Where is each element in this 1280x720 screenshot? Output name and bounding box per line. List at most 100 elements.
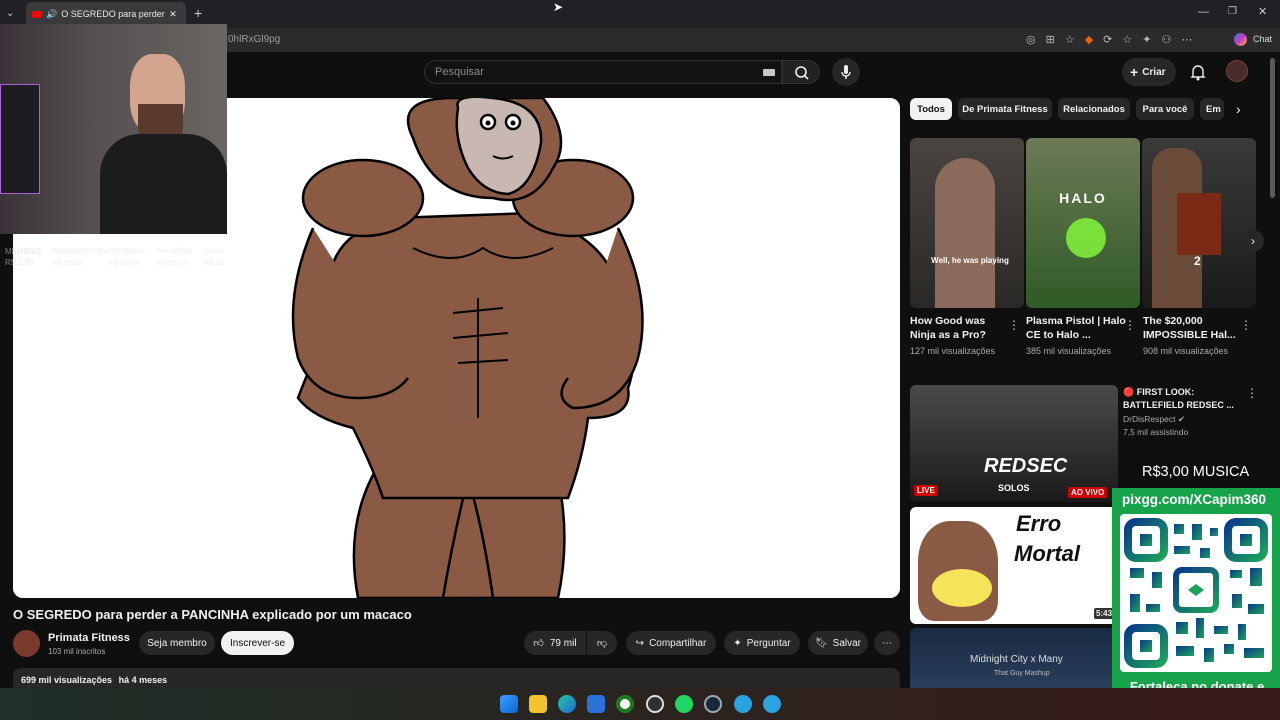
like-button[interactable]: 👍︎ 79 mil	[524, 631, 586, 655]
page-scrollbar[interactable]	[1270, 58, 1275, 198]
short-title[interactable]: Plasma Pistol | Halo CE to Halo ...	[1026, 314, 1126, 342]
join-label: Seja membro	[147, 637, 207, 649]
speaker-icon[interactable]: 🔊	[46, 9, 57, 20]
start-windows-icon[interactable]	[500, 695, 518, 713]
live-video-thumbnail[interactable]: REDSEC SOLOS LIVE AO VIVO	[910, 385, 1118, 502]
channel-name[interactable]: Primata Fitness	[48, 632, 130, 644]
ghost-col: Supporter/Promo	[52, 246, 110, 255]
spotify-icon[interactable]	[675, 695, 693, 713]
chip-related[interactable]: Relacionados	[1058, 98, 1130, 120]
more-actions-button[interactable]: ⋯	[874, 631, 900, 655]
notifications-bell-icon[interactable]	[1190, 63, 1206, 86]
telegram-icon[interactable]	[734, 695, 752, 713]
close-tab-icon[interactable]: ✕	[169, 9, 177, 20]
video-title: O SEGREDO para perder a PANCINHA explica…	[13, 607, 412, 622]
url-text[interactable]: 0hlRxGl9pg	[228, 34, 280, 45]
search-placeholder: Pesquisar	[435, 66, 484, 78]
like-count: 79 mil	[549, 637, 577, 649]
create-button[interactable]: + Criar	[1122, 58, 1176, 86]
file-explorer-icon[interactable]	[529, 695, 547, 713]
xbox-icon[interactable]	[616, 695, 634, 713]
chat-label[interactable]: Chat	[1253, 34, 1272, 44]
live-channel-label: DrDisRespect	[1123, 414, 1176, 424]
edge-browser-icon[interactable]	[558, 695, 576, 713]
search-input[interactable]: Pesquisar	[424, 60, 782, 84]
join-button[interactable]: Seja membro	[139, 631, 215, 655]
save-button[interactable]: 🔖︎ Salvar	[808, 631, 868, 655]
thumb-subtitle-text: SOLOS	[998, 483, 1030, 493]
sparkle-icon: ✦	[733, 637, 742, 649]
chip-from-channel[interactable]: De Primata Fitness	[958, 98, 1052, 120]
chip-label: Para você	[1142, 103, 1188, 115]
chip-for-you[interactable]: Para você	[1136, 98, 1194, 120]
ghost-col: R$ 20	[204, 258, 225, 267]
shorts-next-button[interactable]: ›	[1242, 230, 1264, 252]
short-title[interactable]: How Good was Ninja as a Pro?	[910, 314, 1010, 342]
save-label: Salvar	[832, 637, 862, 649]
voice-search-button[interactable]	[832, 58, 860, 86]
live-watching-count: 7,5 mil assistindo	[1123, 427, 1189, 437]
new-tab-button[interactable]: +	[194, 5, 202, 21]
thumbs-down-icon: 👎︎	[596, 638, 608, 649]
copilot-icon[interactable]	[1234, 33, 1247, 46]
ask-button[interactable]: ✦ Perguntar	[724, 631, 800, 655]
short-title[interactable]: The $20,000 IMPOSSIBLE Hal...	[1143, 314, 1243, 342]
short-card-thumbnail[interactable]: Well, he was playing	[910, 138, 1024, 308]
live-channel-name[interactable]: DrDisRespect ✔	[1123, 414, 1185, 425]
restore-button[interactable]: ❐	[1228, 6, 1237, 17]
share-button[interactable]: ↪ Compartilhar	[626, 631, 716, 655]
close-window-button[interactable]: ✕	[1258, 5, 1267, 18]
chip-label: De Primata Fitness	[962, 103, 1048, 115]
monitor-shape	[0, 84, 40, 194]
short-views: 127 mil visualizações	[910, 346, 996, 356]
channel-avatar[interactable]	[13, 630, 40, 657]
account-avatar[interactable]	[1226, 60, 1248, 82]
subscribe-label: Inscrever-se	[229, 637, 285, 649]
telegram-icon-2[interactable]	[763, 695, 781, 713]
qr-code-icon	[1124, 518, 1268, 668]
live-badge: LIVE	[914, 485, 938, 496]
dislike-button[interactable]: 👎︎	[587, 631, 617, 655]
short-card-thumbnail[interactable]: 2	[1142, 138, 1256, 308]
thumb-text-line2: Mortal	[1014, 541, 1080, 566]
ghost-col: R$ 10,00	[52, 258, 83, 267]
ghost-line-1: MEMBRO	[5, 247, 41, 256]
tab-list-chevron-icon[interactable]: ⌄	[6, 8, 14, 19]
browser-tab[interactable]: 🔊 O SEGREDO para perder a PA ✕	[26, 2, 186, 26]
rec-video-thumbnail[interactable]: Erro Mortal 5:43	[910, 507, 1118, 624]
outlook-icon[interactable]	[587, 695, 605, 713]
ao-vivo-badge: AO VIVO	[1068, 487, 1108, 498]
short-menu-icon[interactable]: ⋮	[1008, 318, 1020, 332]
short-card-thumbnail[interactable]: HALO	[1026, 138, 1140, 308]
obs-icon[interactable]	[646, 695, 664, 713]
subscribe-button[interactable]: Inscrever-se	[221, 631, 294, 655]
rec-video-thumbnail[interactable]: Midnight City x Many That Guy Mashup	[910, 628, 1118, 688]
chip-label: Todos	[917, 103, 945, 115]
chips-next-chevron-icon[interactable]: ›	[1236, 101, 1241, 117]
description-box[interactable]: 699 mil visualizações há 4 meses	[13, 668, 900, 688]
short-views: 908 mil visualizações	[1143, 346, 1229, 356]
ghost-col: Recebidos	[109, 246, 145, 255]
live-video-title[interactable]: 🔴 FIRST LOOK: BATTLEFIELD REDSEC ...	[1123, 386, 1235, 412]
short-caption: 2	[1194, 254, 1201, 268]
plus-icon: +	[1130, 64, 1139, 80]
short-menu-icon[interactable]: ⋮	[1124, 318, 1136, 332]
keyboard-icon[interactable]	[763, 69, 775, 76]
chip-more[interactable]: Em	[1200, 98, 1224, 120]
chip-all[interactable]: Todos	[910, 98, 952, 120]
person-body	[100, 134, 227, 234]
thumb-text-line1: Erro	[1016, 511, 1062, 536]
webcam-overlay	[0, 24, 227, 234]
browser-toolbar-icons: ◎⊞☆◆⟳☆✦⚇⋯	[1026, 34, 1203, 46]
ghost-overlay-cols: Supporter/Promo Recebidos Recebidos Rage…	[52, 246, 252, 267]
ghost-overlay-text: MEMBRO R$ 2,00	[5, 246, 41, 268]
chip-label: Em	[1206, 103, 1221, 115]
ask-label: Perguntar	[746, 637, 791, 649]
search-button[interactable]	[782, 60, 820, 84]
ghost-col: Recebidos	[156, 246, 193, 255]
live-menu-icon[interactable]: ⋮	[1246, 386, 1258, 400]
minimize-button[interactable]: —	[1198, 6, 1209, 18]
short-menu-icon[interactable]: ⋮	[1240, 318, 1252, 332]
steam-icon[interactable]	[704, 695, 722, 713]
verified-icon: ✔	[1177, 414, 1185, 424]
